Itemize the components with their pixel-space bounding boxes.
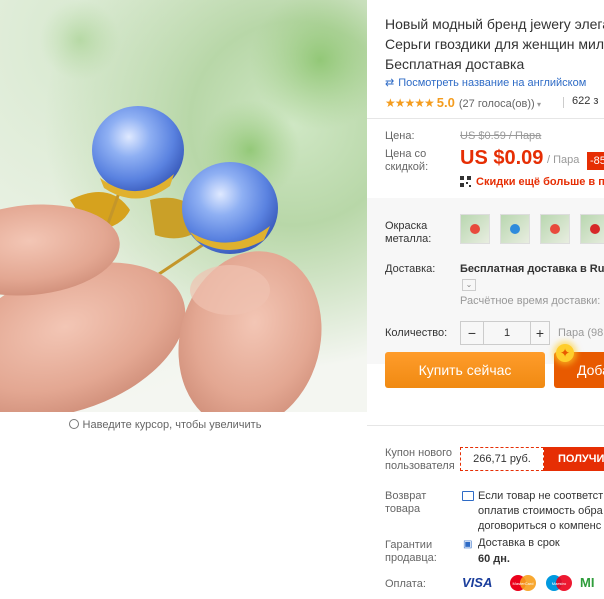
swatch-color xyxy=(470,224,480,234)
return-policy-icon xyxy=(462,491,474,501)
color-swatch[interactable] xyxy=(500,214,530,244)
title-line: Новый модный бренд jewery элега xyxy=(385,16,604,32)
price-unit: / Пара xyxy=(547,154,580,166)
rating-row: ★★★★★ 5.0 (27 голоса(ов)) ▾ 622 з xyxy=(385,95,604,110)
app-deal-link[interactable]: Скидки ещё больше в пр xyxy=(476,176,604,188)
sparkle-icon: ✦ xyxy=(556,344,574,362)
returns-label: Возврат товара xyxy=(385,490,427,515)
maestro-text: Maestro xyxy=(552,581,567,586)
shipping-label: Доставка: xyxy=(385,263,436,275)
divider xyxy=(367,118,604,119)
product-title: Новый модный бренд jewery элега Серьги г… xyxy=(385,14,604,74)
qty-minus-button[interactable]: − xyxy=(461,322,483,344)
title-line: Серьги гвоздики для женщин миль xyxy=(385,36,604,52)
mastercard-icon: MasterCard xyxy=(510,575,536,591)
buy-now-button[interactable]: Купить сейчас xyxy=(385,352,545,388)
guarantee-ontime: Доставка в срок xyxy=(478,537,560,549)
qr-code-icon xyxy=(460,176,471,187)
chevron-down-icon[interactable]: ⌄ xyxy=(462,279,476,291)
price-label: Цена: xyxy=(385,130,415,142)
mir-icon: MI xyxy=(580,575,595,590)
visa-icon: VISA xyxy=(462,575,493,590)
discount-price: US $0.09 xyxy=(460,147,544,169)
guarantee-label: Гарантии продавца: xyxy=(385,539,437,564)
coupon-value: 266,71 руб. xyxy=(460,447,544,471)
maestro-icon: Maestro xyxy=(546,575,572,591)
swatch-color xyxy=(510,224,520,234)
coupon-label: Купон нового пользователя xyxy=(385,447,455,472)
product-image[interactable] xyxy=(0,0,367,412)
shipping-value[interactable]: Бесплатная доставка в Rus xyxy=(460,263,604,275)
rating-score: 5.0 xyxy=(436,95,455,110)
translate-link[interactable]: ⇄ Посмотреть название на английском xyxy=(385,76,586,89)
orders-count: 622 з xyxy=(572,95,599,107)
swatch-color xyxy=(550,224,560,234)
payment-label: Оплата: xyxy=(385,578,426,590)
quantity-label: Количество: xyxy=(385,327,448,339)
returns-text: Если товар не соответств оплатив стоимос… xyxy=(478,490,604,532)
guarantee-days: 60 дн. xyxy=(478,553,510,565)
metal-color-label: Окраска металла: xyxy=(385,220,432,245)
divider xyxy=(367,425,604,426)
delivery-eta: Расчётное время доставки: xyxy=(460,295,601,307)
rating-votes-link[interactable]: (27 голоса(ов)) xyxy=(459,98,535,110)
quantity-stepper: − 1 + xyxy=(460,321,550,345)
qty-plus-button[interactable]: + xyxy=(529,322,551,344)
zoom-hint: Наведите курсор, чтобы увеличить xyxy=(0,418,330,431)
swatch-color xyxy=(590,224,600,234)
discount-price-label: Цена со скидкой: xyxy=(385,148,429,173)
get-coupon-button[interactable]: ПОЛУЧИ xyxy=(544,447,604,471)
truck-icon: ▣ xyxy=(463,539,473,550)
mastercard-text: MasterCard xyxy=(513,581,534,586)
discount-badge: -85 xyxy=(587,152,604,170)
earring-photo xyxy=(0,0,367,412)
old-price: US $0.59 / Пара xyxy=(460,130,542,142)
divider xyxy=(563,97,564,108)
stock-count: Пара (981 xyxy=(558,327,604,339)
color-swatch[interactable] xyxy=(460,214,490,244)
color-swatch[interactable] xyxy=(580,214,604,244)
qty-input[interactable]: 1 xyxy=(483,322,531,344)
title-line: Бесплатная доставка xyxy=(385,56,525,72)
star-rating-icon: ★★★★★ xyxy=(385,96,435,110)
translate-icon: ⇄ xyxy=(385,77,395,89)
magnifier-icon xyxy=(68,419,79,429)
color-swatch[interactable] xyxy=(540,214,570,244)
chevron-down-icon: ▾ xyxy=(534,100,541,109)
